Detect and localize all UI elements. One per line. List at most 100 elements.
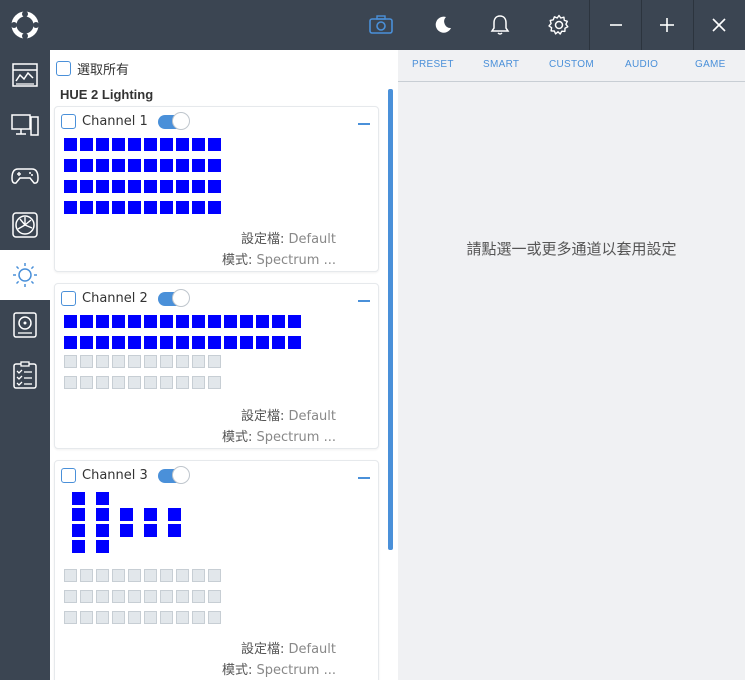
led-on bbox=[144, 524, 157, 537]
gear-icon[interactable] bbox=[544, 10, 574, 40]
select-all-checkbox[interactable] bbox=[56, 61, 71, 76]
tab-game[interactable]: GAME bbox=[695, 59, 726, 70]
channel-toggle[interactable] bbox=[157, 111, 190, 130]
led-off bbox=[64, 376, 77, 389]
led-on bbox=[168, 508, 181, 521]
gamepad-icon[interactable] bbox=[0, 150, 50, 200]
select-all-label: 選取所有 bbox=[77, 63, 130, 78]
led-off bbox=[128, 376, 141, 389]
channel-checkbox[interactable] bbox=[61, 291, 76, 306]
app-logo-icon bbox=[11, 11, 39, 39]
led-on bbox=[176, 138, 189, 151]
led-off bbox=[128, 355, 141, 368]
channel-name: Channel 2 bbox=[82, 291, 148, 306]
profile-row: 設定檔: Default bbox=[55, 228, 336, 247]
mode-row: 模式: Spectrum ... bbox=[55, 249, 336, 268]
profile-label: 設定檔: bbox=[240, 642, 285, 657]
led-off bbox=[96, 590, 109, 603]
led-on bbox=[176, 315, 189, 328]
tab-smart[interactable]: SMART bbox=[483, 59, 519, 70]
storage-icon[interactable] bbox=[0, 300, 50, 350]
led-off bbox=[176, 355, 189, 368]
led-on bbox=[96, 508, 109, 521]
led-on bbox=[144, 159, 157, 172]
collapse-icon[interactable] bbox=[358, 123, 370, 125]
channel-name: Channel 3 bbox=[82, 468, 148, 483]
bell-icon[interactable] bbox=[485, 10, 515, 40]
led-on bbox=[144, 201, 157, 214]
profile-value: Default bbox=[288, 642, 337, 657]
led-off bbox=[176, 611, 189, 624]
led-on bbox=[208, 138, 221, 151]
channel-card: Channel 3 設定檔: Default 模式: Spectrum ... bbox=[54, 460, 379, 680]
led-off bbox=[80, 569, 93, 582]
led-on bbox=[176, 201, 189, 214]
minimize-icon[interactable] bbox=[601, 10, 631, 40]
close-icon[interactable] bbox=[704, 10, 734, 40]
led-on bbox=[120, 508, 133, 521]
lighting-icon[interactable] bbox=[0, 250, 50, 300]
led-off bbox=[96, 569, 109, 582]
led-off bbox=[128, 611, 141, 624]
mode-row: 模式: Spectrum ... bbox=[55, 426, 336, 445]
led-off bbox=[80, 376, 93, 389]
led-on bbox=[112, 201, 125, 214]
settings-panel: PRESET SMART CUSTOM AUDIO GAME 請點選一或更多通道… bbox=[398, 50, 745, 680]
dashboard-icon[interactable] bbox=[0, 50, 50, 100]
channel-checkbox[interactable] bbox=[61, 114, 76, 129]
led-on bbox=[112, 159, 125, 172]
led-off bbox=[160, 376, 173, 389]
led-off bbox=[144, 569, 157, 582]
led-off bbox=[128, 569, 141, 582]
led-on bbox=[128, 138, 141, 151]
led-on bbox=[96, 201, 109, 214]
led-on bbox=[80, 159, 93, 172]
led-off bbox=[176, 590, 189, 603]
fan-icon[interactable] bbox=[0, 200, 50, 250]
channel-name: Channel 1 bbox=[82, 114, 148, 129]
channel-checkbox[interactable] bbox=[61, 468, 76, 483]
led-on bbox=[256, 315, 269, 328]
maximize-icon[interactable] bbox=[652, 10, 682, 40]
led-off bbox=[208, 569, 221, 582]
led-on bbox=[256, 336, 269, 349]
led-on bbox=[96, 540, 109, 553]
led-on bbox=[96, 180, 109, 193]
tab-custom[interactable]: CUSTOM bbox=[549, 59, 594, 70]
channel-toggle[interactable] bbox=[157, 465, 190, 484]
channel-toggle[interactable] bbox=[157, 288, 190, 307]
profile-row: 設定檔: Default bbox=[55, 638, 336, 657]
scrollbar[interactable] bbox=[388, 89, 393, 550]
led-on bbox=[64, 315, 77, 328]
checklist-icon[interactable] bbox=[0, 350, 50, 400]
led-on bbox=[128, 180, 141, 193]
mode-row: 模式: Spectrum ... bbox=[55, 659, 336, 678]
tab-preset[interactable]: PRESET bbox=[412, 59, 454, 70]
led-on bbox=[128, 336, 141, 349]
select-all[interactable]: 選取所有 bbox=[56, 59, 129, 78]
camera-icon[interactable] bbox=[366, 10, 396, 40]
led-on bbox=[128, 159, 141, 172]
led-off bbox=[144, 590, 157, 603]
led-off bbox=[160, 355, 173, 368]
monitor-icon[interactable] bbox=[0, 100, 50, 150]
led-on bbox=[64, 180, 77, 193]
mode-label: 模式: bbox=[221, 430, 253, 445]
collapse-icon[interactable] bbox=[358, 477, 370, 479]
empty-state-message: 請點選一或更多通道以套用設定 bbox=[466, 240, 677, 258]
led-off bbox=[208, 355, 221, 368]
divider bbox=[693, 0, 694, 50]
profile-value: Default bbox=[288, 232, 337, 247]
moon-icon[interactable] bbox=[428, 10, 458, 40]
led-on bbox=[112, 336, 125, 349]
tab-audio[interactable]: AUDIO bbox=[625, 59, 658, 70]
led-off bbox=[192, 590, 205, 603]
led-on bbox=[176, 180, 189, 193]
profile-value: Default bbox=[288, 409, 337, 424]
mode-value: Spectrum ... bbox=[256, 663, 336, 678]
led-on bbox=[96, 315, 109, 328]
led-on bbox=[192, 315, 205, 328]
led-on bbox=[176, 159, 189, 172]
led-on bbox=[128, 315, 141, 328]
collapse-icon[interactable] bbox=[358, 300, 370, 302]
